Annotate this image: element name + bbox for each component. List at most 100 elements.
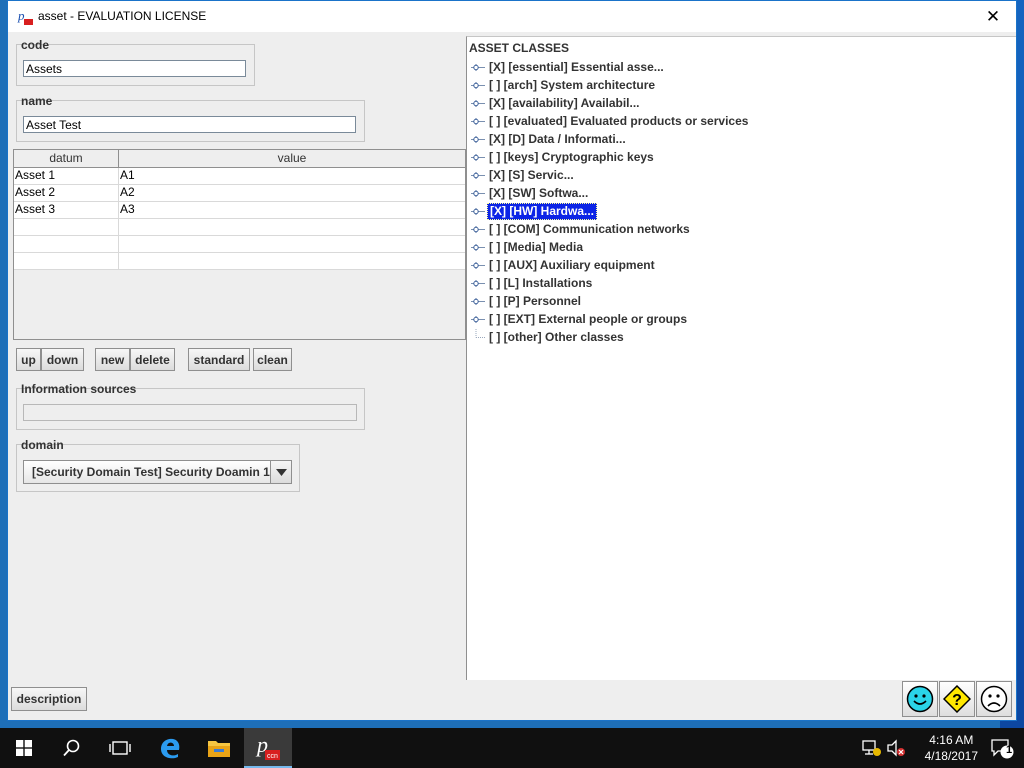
tree-expand-handle-icon[interactable] (471, 95, 487, 112)
smiley-happy-icon (906, 685, 934, 713)
standard-button[interactable]: standard (188, 348, 250, 371)
tree-expand-handle-icon[interactable] (471, 131, 487, 148)
tree-item[interactable]: [ ] [other] Other classes (471, 329, 626, 346)
column-header-datum[interactable]: datum (14, 150, 119, 167)
happy-feedback-button[interactable] (902, 681, 938, 717)
window-content: code name datum value Asset 1A1 Asset 2A… (8, 32, 1016, 720)
tree-expand-handle-icon[interactable] (471, 185, 487, 202)
tree-item-label: [X] [S] Servic... (489, 168, 574, 182)
delete-button[interactable]: delete (130, 348, 175, 371)
title-bar[interactable]: p asset - EVALUATION LICENSE ✕ (8, 1, 1016, 32)
name-field[interactable] (23, 116, 356, 133)
tree-item-label: [X] [availability] Availabil... (489, 96, 640, 110)
bottom-bar: description ? (8, 680, 1016, 720)
tree-leaf-line-icon (471, 329, 487, 346)
tree-item-label: [X] [essential] Essential asse... (489, 60, 664, 74)
table-cell[interactable]: Asset 1 (14, 168, 119, 184)
sad-feedback-button[interactable] (976, 681, 1012, 717)
task-view-icon (109, 741, 131, 755)
edge-button[interactable] (146, 728, 194, 768)
table-cell[interactable] (119, 253, 465, 269)
table-cell[interactable] (14, 253, 119, 269)
tree-expand-handle-icon[interactable] (471, 275, 487, 292)
network-icon[interactable] (862, 739, 882, 757)
description-button[interactable]: description (11, 687, 87, 711)
table-cell[interactable]: Asset 3 (14, 202, 119, 218)
tree-item[interactable]: [X] [availability] Availabil... (471, 95, 642, 112)
clock-time: 4:16 AM (929, 733, 974, 747)
tree-item[interactable]: [ ] [P] Personnel (471, 293, 583, 310)
start-button[interactable] (0, 728, 48, 768)
file-explorer-button[interactable] (195, 728, 243, 768)
app-badge-text: ccn (267, 753, 278, 760)
code-field[interactable] (23, 60, 246, 77)
tree-item-label: [ ] [EXT] External people or groups (489, 312, 688, 326)
asset-classes-tree[interactable]: ASSET CLASSES [X] [essential] Essential … (466, 36, 1016, 680)
table-row[interactable]: Asset 3 A3 (14, 202, 465, 219)
tree-item[interactable]: [X] [essential] Essential asse... (471, 59, 666, 76)
tree-item[interactable]: [ ] [keys] Cryptographic keys (471, 149, 656, 166)
close-button[interactable]: ✕ (970, 1, 1016, 32)
tree-expand-handle-icon[interactable] (471, 59, 487, 76)
table-row[interactable]: Asset 1 A1 (14, 168, 465, 185)
tree-item[interactable]: [ ] [COM] Communication networks (471, 221, 692, 238)
tree-item[interactable]: [X] [HW] Hardwa... (471, 203, 597, 220)
tree-expand-handle-icon[interactable] (471, 77, 487, 94)
taskbar-clock[interactable]: 4:16 AM 4/18/2017 (925, 732, 978, 764)
task-view-button[interactable] (96, 728, 144, 768)
clock-date: 4/18/2017 (924, 749, 978, 763)
table-row[interactable]: Asset 2 A2 (14, 185, 465, 202)
tree-item-label: [ ] [P] Personnel (489, 294, 582, 308)
tree-item[interactable]: [ ] [arch] System architecture (471, 77, 657, 94)
tree-item[interactable]: [X] [D] Data / Informati... (471, 131, 628, 148)
down-button[interactable]: down (41, 348, 84, 371)
tree-expand-handle-icon[interactable] (471, 257, 487, 274)
up-button[interactable]: up (16, 348, 41, 371)
notification-center-button[interactable]: 1 (980, 728, 1024, 768)
asset-form: code name datum value Asset 1A1 Asset 2A… (8, 32, 466, 680)
table-cell[interactable]: A1 (119, 168, 465, 184)
table-row[interactable] (14, 219, 465, 236)
information-sources-label: Information sources (21, 382, 137, 396)
tree-expand-handle-icon[interactable] (471, 293, 487, 310)
tree-item-label: [ ] [other] Other classes (489, 330, 624, 344)
file-explorer-icon (208, 741, 230, 757)
table-cell[interactable] (119, 236, 465, 252)
table-row[interactable] (14, 236, 465, 253)
clean-button[interactable]: clean (253, 348, 292, 371)
tree-expand-handle-icon[interactable] (471, 311, 487, 328)
tree-item[interactable]: [ ] [EXT] External people or groups (471, 311, 689, 328)
table-cell[interactable] (119, 219, 465, 235)
tree-item[interactable]: [ ] [L] Installations (471, 275, 594, 292)
tree-item[interactable]: [X] [SW] Softwa... (471, 185, 590, 202)
new-button[interactable]: new (95, 348, 130, 371)
tree-item[interactable]: [ ] [evaluated] Evaluated products or se… (471, 113, 750, 130)
information-sources-field[interactable] (23, 404, 357, 421)
tree-expand-handle-icon[interactable] (471, 167, 487, 184)
tree-expand-handle-icon[interactable] (471, 239, 487, 256)
table-cell[interactable]: A2 (119, 185, 465, 201)
tree-expand-handle-icon[interactable] (471, 149, 487, 166)
search-button[interactable] (48, 728, 96, 768)
help-button[interactable]: ? (939, 681, 975, 717)
dropdown-arrow-button[interactable] (270, 461, 291, 483)
table-cell[interactable] (14, 219, 119, 235)
datum-value-table[interactable]: datum value Asset 1 A1 Asset 2 A2 Asset 3A… (13, 149, 466, 340)
table-cell[interactable] (14, 236, 119, 252)
pilar-app-button[interactable]: p ccn (244, 728, 292, 768)
search-icon (63, 739, 80, 757)
app-logo-icon: p (17, 8, 33, 25)
table-cell[interactable]: Asset 2 (14, 185, 119, 201)
column-header-value[interactable]: value (119, 150, 465, 167)
tree-item[interactable]: [ ] [Media] Media (471, 239, 585, 256)
table-row[interactable] (14, 253, 465, 270)
domain-dropdown[interactable]: [Security Domain Test] Security Doamin 1 (23, 460, 292, 484)
tree-expand-handle-icon[interactable] (471, 221, 487, 238)
tree-expand-handle-icon[interactable] (471, 203, 487, 220)
close-icon: ✕ (985, 6, 1001, 26)
tree-item[interactable]: [ ] [AUX] Auxiliary equipment (471, 257, 657, 274)
tree-item[interactable]: [X] [S] Servic... (471, 167, 576, 184)
table-cell[interactable]: A3 (119, 202, 465, 218)
tree-expand-handle-icon[interactable] (471, 113, 487, 130)
volume-muted-icon[interactable] (886, 739, 906, 757)
